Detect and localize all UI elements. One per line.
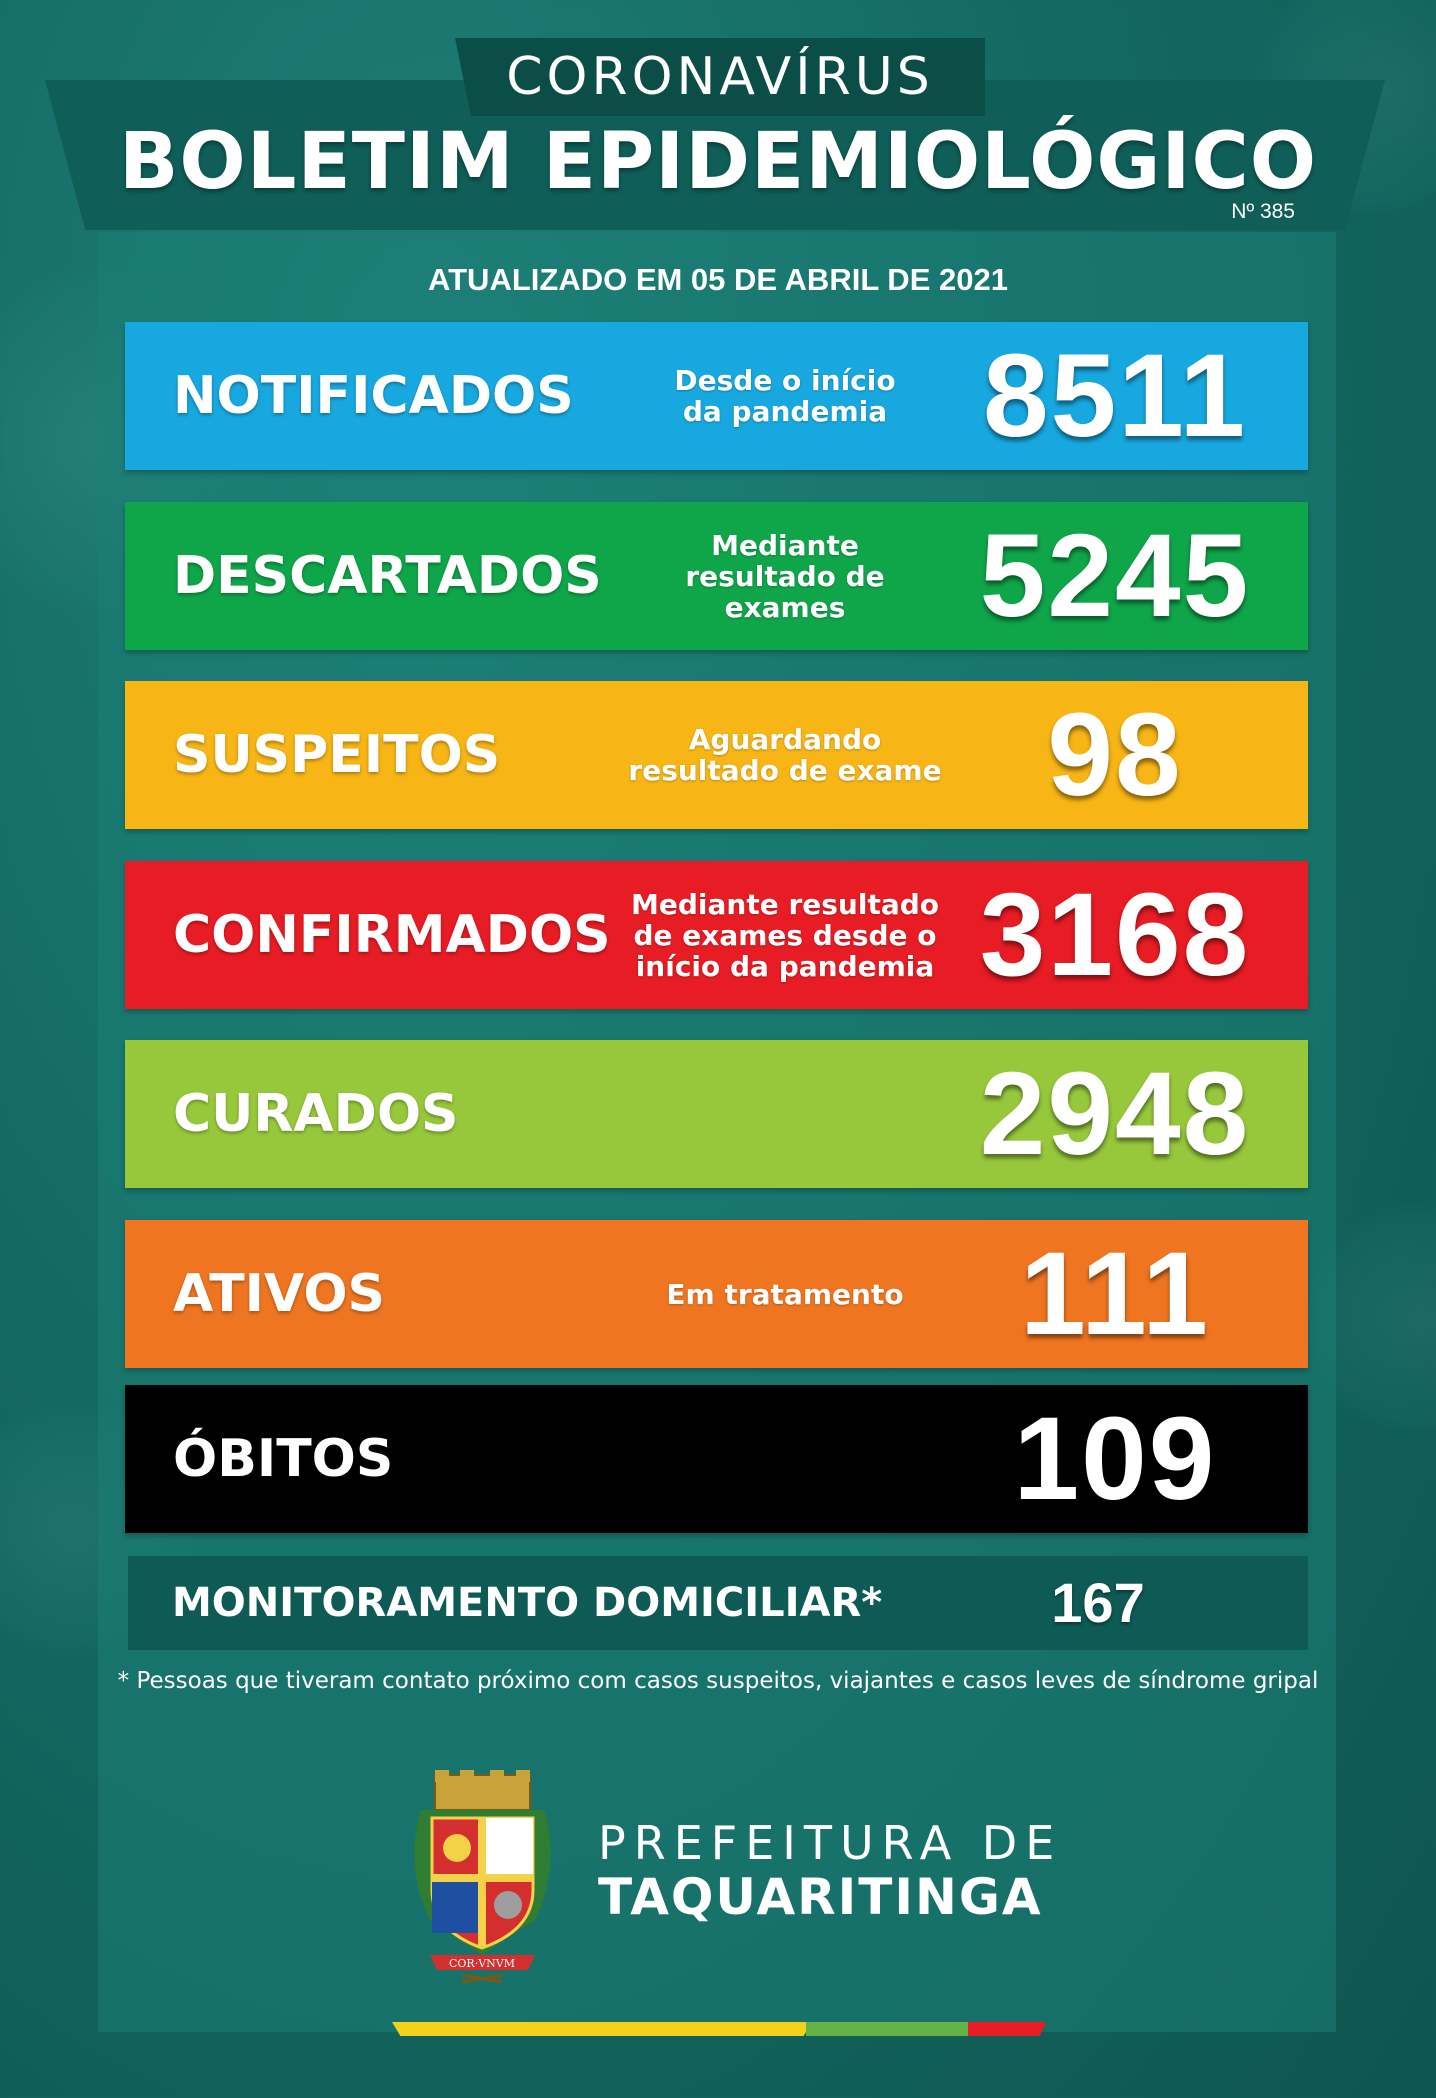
card-value: 3168 — [979, 869, 1251, 1001]
stripe-yellow — [392, 2022, 812, 2036]
monitoramento-value: 167 — [1051, 1571, 1145, 1634]
card-subtitle: Mediante resultado de exames — [685, 528, 885, 624]
city-name: TAQUARITINGA — [598, 1868, 1043, 1926]
card-subtitle: Mediante resultado de exames desde o iní… — [631, 887, 939, 983]
card-curados: CURADOS 2948 — [125, 1040, 1308, 1188]
monitoramento-row: MONITORAMENTO DOMICILIAR* 167 — [128, 1556, 1308, 1650]
card-label: CURADOS — [173, 1084, 459, 1144]
card-suspeitos: SUSPEITOS Aguardando resultado de exame … — [125, 681, 1308, 829]
card-value: 98 — [1047, 689, 1183, 821]
bulletin-number: Nº 385 — [1231, 200, 1295, 223]
card-label: ATIVOS — [173, 1264, 386, 1324]
page-title: BOLETIM EPIDEMIOLÓGICO — [118, 117, 1318, 207]
card-label: CONFIRMADOS — [173, 905, 611, 965]
monitoramento-label: MONITORAMENTO DOMICILIAR* — [172, 1580, 883, 1626]
updated-date: ATUALIZADO EM 05 DE ABRIL DE 2021 — [428, 262, 1008, 297]
card-value: 109 — [1013, 1393, 1217, 1525]
card-subtitle: Aguardando resultado de exame — [628, 723, 942, 787]
card-label: DESCARTADOS — [173, 546, 602, 606]
crest-motto: COR·VNVM — [449, 1957, 515, 1970]
card-obitos: ÓBITOS 109 — [125, 1385, 1308, 1533]
card-label: NOTIFICADOS — [173, 366, 574, 426]
card-descartados: DESCARTADOS Mediante resultado de exames… — [125, 502, 1308, 650]
card-confirmados: CONFIRMADOS Mediante resultado de exames… — [125, 861, 1308, 1009]
stripe-green — [806, 2022, 976, 2036]
card-subtitle: Em tratamento — [666, 1277, 904, 1311]
supertitle: CORONAVÍRUS — [506, 47, 934, 107]
card-value: 111 — [1020, 1228, 1210, 1360]
stripe-red — [968, 2022, 1046, 2036]
card-notificados: NOTIFICADOS Desde o início da pandemia 8… — [125, 322, 1308, 470]
card-value: 8511 — [983, 330, 1247, 462]
prefeitura-label: PREFEITURA DE — [598, 1816, 1063, 1870]
card-value: 5245 — [979, 510, 1251, 642]
municipal-crest-icon: COR·VNVM — [414, 1770, 551, 1984]
footnote: * Pessoas que tiveram contato próximo co… — [117, 1668, 1319, 1694]
card-label: ÓBITOS — [173, 1429, 394, 1489]
card-subtitle: Desde o início da pandemia — [674, 364, 896, 428]
card-value: 2948 — [979, 1048, 1251, 1180]
card-label: SUSPEITOS — [173, 725, 501, 785]
card-ativos: ATIVOS Em tratamento 111 — [125, 1220, 1308, 1368]
